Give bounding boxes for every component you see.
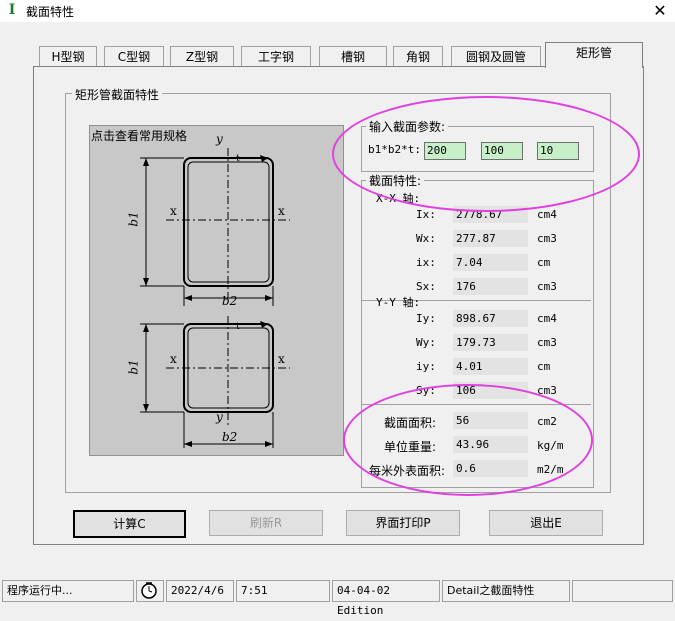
wx-label: Wx: bbox=[416, 232, 436, 245]
window-title: 截面特性 bbox=[26, 5, 75, 19]
top-b2-label: b2 bbox=[222, 294, 238, 308]
wy-label: Wy: bbox=[416, 336, 436, 349]
bottom-y-label: y bbox=[216, 410, 223, 424]
iy-small-value: 4.01 bbox=[453, 358, 528, 375]
print-button[interactable]: 界面打印P bbox=[346, 510, 460, 536]
top-x-right-label: x bbox=[278, 204, 285, 218]
tube-drawing bbox=[140, 148, 290, 448]
status-running: 程序运行中... bbox=[2, 580, 134, 602]
properties-label: 截面特性: bbox=[366, 172, 425, 189]
ix-small-value: 7.04 bbox=[453, 254, 528, 271]
status-time: 7:51 bbox=[236, 580, 330, 602]
title-bar: I 截面特性 ✕ bbox=[0, 0, 675, 22]
calc-button[interactable]: 计算C bbox=[73, 510, 186, 538]
bottom-x-left-label: x bbox=[170, 352, 177, 366]
clock-icon bbox=[136, 580, 164, 602]
top-t-label: t bbox=[236, 154, 240, 164]
ix-unit: cm4 bbox=[537, 208, 557, 221]
wy-value: 179.73 bbox=[453, 334, 528, 351]
tab-round[interactable]: 圆钢及圆管 bbox=[451, 46, 541, 67]
weight-value: 43.96 bbox=[453, 436, 528, 453]
refresh-button[interactable]: 刷新R bbox=[209, 510, 323, 536]
tab-h-steel[interactable]: H型钢 bbox=[39, 46, 97, 67]
b2-input[interactable]: 100 bbox=[481, 142, 523, 160]
tab-angle[interactable]: 角钢 bbox=[393, 46, 443, 67]
iy-small-label: iy: bbox=[416, 360, 436, 373]
input-params-label: 输入截面参数: bbox=[366, 118, 449, 135]
status-module: Detail之截面特性 bbox=[442, 580, 570, 602]
sy-value: 106 bbox=[453, 382, 528, 399]
section-group-label: 矩形管截面特性 bbox=[72, 86, 163, 103]
xx-axis-label: X-X 轴: bbox=[376, 192, 421, 205]
status-date: 2022/4/6 bbox=[166, 580, 234, 602]
iy-small-unit: cm bbox=[537, 360, 551, 373]
tab-channel[interactable]: 槽钢 bbox=[319, 46, 387, 67]
sy-label: Sy: bbox=[416, 384, 436, 397]
status-edition: 04-04-02 Edition bbox=[332, 580, 440, 617]
app-icon: I bbox=[8, 2, 16, 18]
t-input[interactable]: 10 bbox=[537, 142, 579, 160]
tab-c-steel[interactable]: C型钢 bbox=[104, 46, 164, 67]
tab-z-steel[interactable]: Z型钢 bbox=[170, 46, 234, 67]
sx-unit: cm3 bbox=[537, 280, 557, 293]
sx-label: Sx: bbox=[416, 280, 436, 293]
sx-value: 176 bbox=[453, 278, 528, 295]
surface-value: 0.6 bbox=[453, 460, 528, 477]
top-x-left-label: x bbox=[170, 204, 177, 218]
ix-label: Ix: bbox=[416, 208, 436, 221]
b1-input[interactable]: 200 bbox=[424, 142, 466, 160]
ix-value: 2778.67 bbox=[453, 206, 528, 223]
surface-label: 每米外表面积: bbox=[369, 464, 446, 478]
wx-unit: cm3 bbox=[537, 232, 557, 245]
ix-small-unit: cm bbox=[537, 256, 551, 269]
top-b1-label: b1 bbox=[126, 211, 141, 227]
iy-unit: cm4 bbox=[537, 312, 557, 325]
tab-i-beam[interactable]: 工字钢 bbox=[241, 46, 311, 67]
area-label: 截面面积: bbox=[384, 416, 437, 430]
wy-unit: cm3 bbox=[537, 336, 557, 349]
status-empty bbox=[572, 580, 673, 602]
bottom-b2-label: b2 bbox=[222, 430, 238, 444]
b1b2t-label: b1*b2*t: bbox=[368, 143, 421, 156]
tab-rect-tube[interactable]: 矩形管 bbox=[545, 42, 643, 68]
top-y-label: y bbox=[216, 132, 223, 146]
weight-label: 单位重量: bbox=[384, 440, 437, 454]
other-divider bbox=[362, 404, 591, 405]
area-unit: cm2 bbox=[537, 415, 557, 428]
wx-value: 277.87 bbox=[453, 230, 528, 247]
dim-arrows bbox=[143, 155, 273, 447]
close-icon[interactable]: ✕ bbox=[645, 0, 675, 22]
ix-small-label: ix: bbox=[416, 256, 436, 269]
exit-button[interactable]: 退出E bbox=[489, 510, 603, 536]
iy-value: 898.67 bbox=[453, 310, 528, 327]
surface-unit: m2/m bbox=[537, 463, 564, 476]
bottom-x-right-label: x bbox=[278, 352, 285, 366]
weight-unit: kg/m bbox=[537, 439, 564, 452]
bottom-t-label: t bbox=[236, 322, 240, 332]
yy-axis-label: Y-Y 轴: bbox=[376, 296, 421, 309]
bottom-b1-label: b1 bbox=[126, 359, 141, 375]
section-diagram[interactable]: 点击查看常用规格 y t x x b1 b2 t x x b1 y b2 bbox=[89, 125, 344, 456]
area-value: 56 bbox=[453, 412, 528, 429]
iy-label: Iy: bbox=[416, 312, 436, 325]
sy-unit: cm3 bbox=[537, 384, 557, 397]
